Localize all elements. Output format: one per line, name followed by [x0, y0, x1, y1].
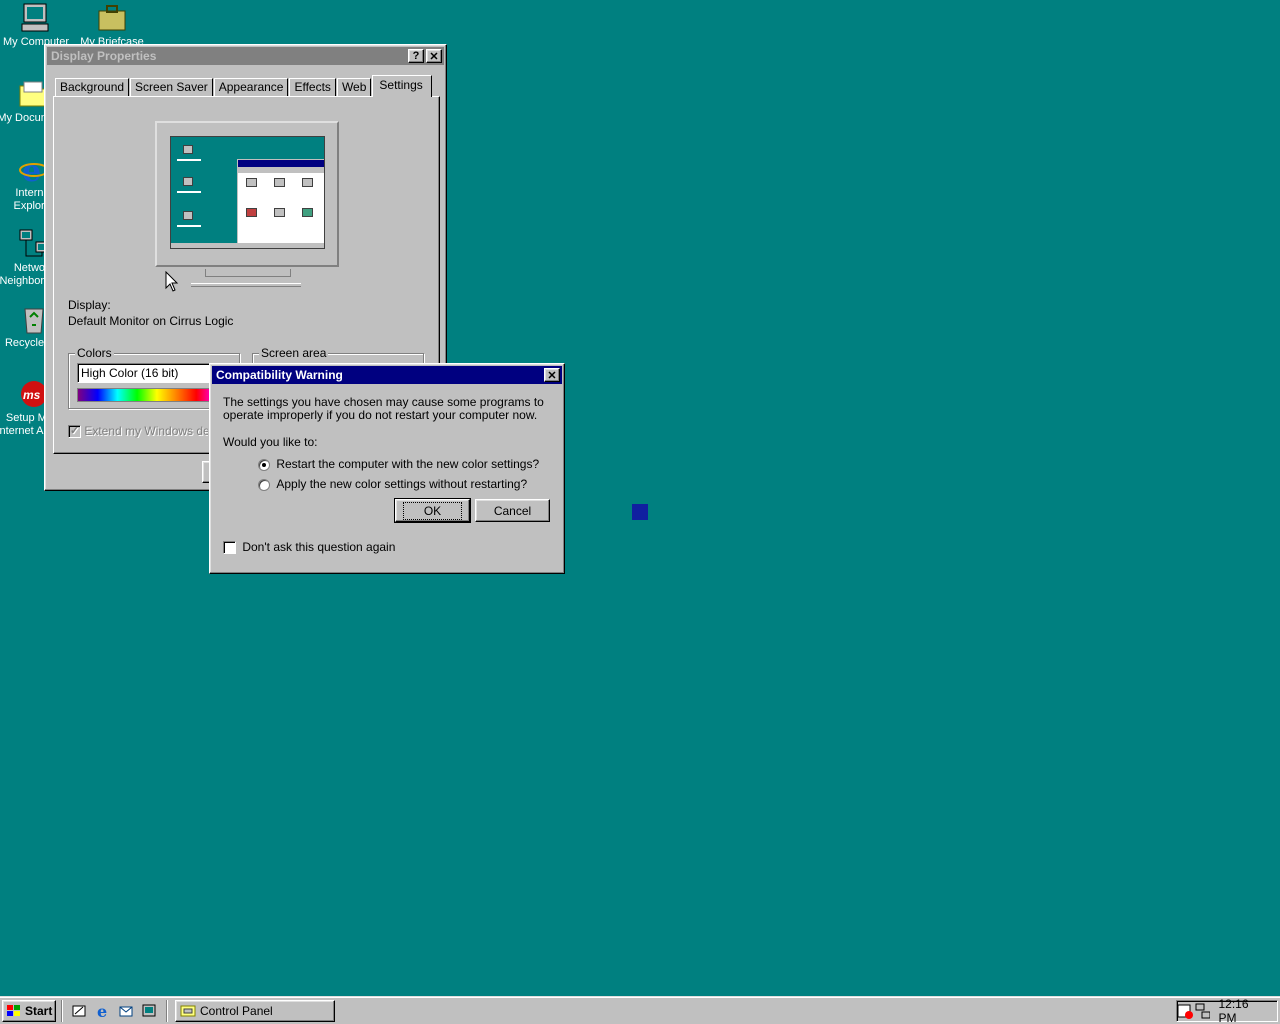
dont-ask-check[interactable] [223, 541, 236, 555]
internet-explorer-icon[interactable]: e [94, 1002, 112, 1020]
svg-text:e: e [97, 1003, 107, 1019]
dialog-title: Compatibility Warning [216, 368, 343, 382]
monitor-preview [155, 121, 339, 267]
warning-message: The settings you have chosen may cause s… [223, 395, 544, 422]
desktop-artifact [632, 504, 648, 520]
apply-option-label: Apply the new color settings without res… [276, 477, 528, 491]
dont-ask-label: Don't ask this question again [242, 540, 396, 554]
extend-desktop-checkbox[interactable]: Extend my Windows desktop onto this moni… [68, 424, 208, 439]
taskbar-button-label: Control Panel [200, 1004, 273, 1018]
compat-titlebar[interactable]: Compatibility Warning ✕ [212, 366, 562, 384]
control-panel-icon [180, 1005, 196, 1017]
taskbar-button-control-panel[interactable]: Control Panel [175, 1000, 335, 1022]
tab-appearance[interactable]: Appearance [213, 78, 289, 97]
dont-ask-checkbox[interactable]: Don't ask this question again [223, 540, 396, 555]
display-label: Display: [68, 298, 111, 312]
colors-label: Colors [75, 346, 114, 360]
tab-background[interactable]: Background [55, 78, 130, 97]
system-tray: 12:16 PM [1176, 997, 1278, 1024]
outlook-express-icon[interactable] [117, 1002, 135, 1020]
start-button[interactable]: Start [2, 1000, 56, 1022]
scheduler-icon[interactable] [1177, 1003, 1193, 1019]
tab-web[interactable]: Web [336, 78, 372, 97]
display-value: Default Monitor on Cirrus Logic [68, 314, 234, 328]
restart-option[interactable]: Restart the computer with the new color … [258, 457, 539, 471]
colors-dropdown[interactable]: High Color (16 bit) [77, 363, 217, 383]
desktop-icon-my-briefcase[interactable]: My Briefcase [74, 2, 150, 49]
tab-effects[interactable]: Effects [289, 78, 336, 97]
screen-area-label: Screen area [259, 346, 329, 360]
briefcase-icon [96, 2, 128, 34]
tab-screen-saver[interactable]: Screen Saver [130, 78, 213, 97]
channels-icon[interactable] [140, 1002, 158, 1020]
compatibility-warning-dialog: Compatibility Warning ✕ The settings you… [209, 363, 565, 574]
windows-logo-icon [7, 1005, 20, 1016]
monitor-preview-screen [170, 136, 325, 249]
clock[interactable]: 12:16 PM [1218, 997, 1269, 1024]
computer-icon [20, 2, 52, 34]
tab-strip: Background Screen Saver Appearance Effec… [55, 75, 432, 97]
question-label: Would you like to: [223, 435, 318, 449]
apply-radio[interactable] [258, 478, 270, 491]
extend-desktop-check[interactable] [68, 424, 81, 439]
svg-text:ms: ms [23, 388, 41, 402]
extend-desktop-label: Extend my Windows desktop onto this moni… [84, 424, 208, 438]
taskbar: Start e Control Panel 12:16 PM [0, 996, 1280, 1024]
svg-text:e: e [22, 154, 41, 185]
close-button[interactable]: ✕ [426, 49, 442, 63]
show-desktop-icon[interactable] [70, 1002, 88, 1020]
help-button[interactable]: ? [408, 49, 424, 63]
ok-button[interactable]: OK [394, 498, 471, 523]
desktop-icon-my-computer[interactable]: My Computer [0, 2, 74, 49]
window-title: Display Properties [51, 49, 157, 63]
start-label: Start [25, 1004, 53, 1018]
apply-option[interactable]: Apply the new color settings without res… [258, 477, 527, 491]
ok-button-label: OK [402, 501, 463, 520]
restart-radio[interactable] [258, 458, 270, 471]
tab-settings[interactable]: Settings [372, 75, 432, 97]
display-properties-titlebar[interactable]: Display Properties ? ✕ [47, 47, 444, 65]
mouse-cursor-icon [165, 271, 179, 292]
monitor-base [191, 283, 301, 287]
color-spectrum-bar [77, 388, 217, 402]
network-tray-icon[interactable] [1195, 1003, 1211, 1019]
restart-option-label: Restart the computer with the new color … [276, 457, 540, 471]
cancel-button[interactable]: Cancel [475, 499, 550, 522]
monitor-stand [205, 269, 291, 277]
close-button[interactable]: ✕ [544, 368, 560, 382]
